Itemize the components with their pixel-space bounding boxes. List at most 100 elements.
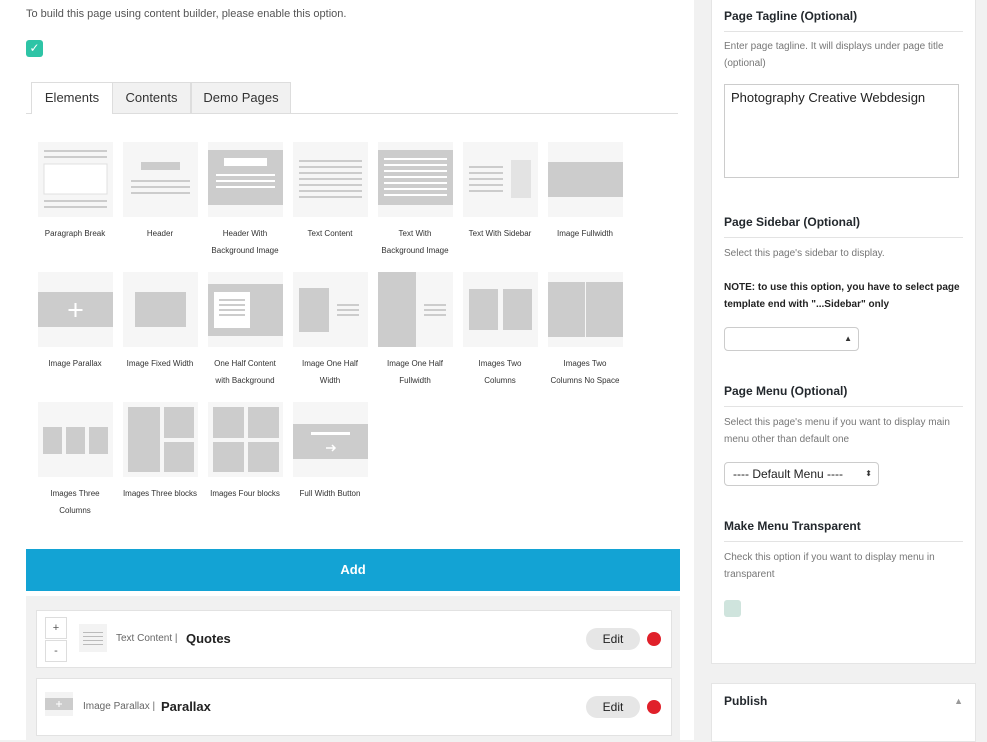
element-text-with-sidebar[interactable]: Text With Sidebar <box>457 142 543 242</box>
transparent-heading: Make Menu Transparent <box>724 519 861 533</box>
element-one-half-content-with-background[interactable]: One Half Content with Background <box>202 272 288 389</box>
tab-demo-pages[interactable]: Demo Pages <box>191 82 291 113</box>
element-text-content[interactable]: Text Content <box>287 142 373 242</box>
images-two-columns-icon <box>462 272 538 347</box>
element-label: Header <box>146 229 174 238</box>
image-fixed-width-icon <box>122 272 198 347</box>
element-label: Text Content <box>307 229 353 238</box>
transparent-menu-checkbox[interactable] <box>724 600 741 617</box>
item-title: Parallax <box>161 699 211 714</box>
transparent-description: Check this option if you want to display… <box>724 552 935 580</box>
element-label: Image Fixed Width <box>126 359 194 368</box>
images-three-blocks-icon <box>122 402 198 477</box>
text-background-icon <box>377 142 453 217</box>
item-type: Image Parallax | <box>83 701 156 712</box>
divider <box>724 237 963 238</box>
element-label: Images Two Columns <box>478 359 522 385</box>
expand-button[interactable]: + <box>45 617 67 639</box>
builder-tabs: Elements Contents Demo Pages <box>26 82 678 114</box>
element-images-three-columns[interactable]: Images Three Columns <box>32 402 118 519</box>
tab-contents[interactable]: Contents <box>112 82 191 113</box>
element-images-two-columns[interactable]: Images Two Columns <box>457 272 543 389</box>
sidebar-note: NOTE: to use this option, you have to se… <box>724 282 960 310</box>
collapse-button[interactable]: - <box>45 640 67 662</box>
element-text-with-background-image[interactable]: Text With Background Image <box>372 142 458 259</box>
element-label: Full Width Button <box>299 489 361 498</box>
divider <box>724 541 963 542</box>
image-one-half-fullwidth-icon <box>377 272 453 347</box>
text-content-icon <box>292 142 368 217</box>
element-label: Images Three blocks <box>122 489 198 498</box>
element-label: Image One Half Fullwidth <box>386 359 444 385</box>
image-one-half-width-icon <box>292 272 368 347</box>
images-three-columns-icon <box>37 402 113 477</box>
element-paragraph-break[interactable]: Paragraph Break <box>32 142 118 242</box>
sidebar-heading: Page Sidebar (Optional) <box>724 215 861 229</box>
builder-panel: To build this page using content builder… <box>0 0 694 740</box>
item-title: Quotes <box>186 631 231 646</box>
menu-heading: Page Menu (Optional) <box>724 384 848 398</box>
one-half-content-icon <box>207 272 283 347</box>
menu-select[interactable]: ---- Default Menu ---- ⬍ <box>724 462 879 486</box>
images-two-columns-no-space-icon <box>547 272 623 347</box>
paragraph-break-icon <box>37 142 113 217</box>
element-label: Paragraph Break <box>44 229 106 238</box>
divider <box>724 406 963 407</box>
element-label: Text With Sidebar <box>468 229 532 238</box>
tab-elements[interactable]: Elements <box>31 82 113 114</box>
tagline-description: Enter page tagline. It will displays und… <box>724 41 944 69</box>
collapse-arrow-icon[interactable]: ▲ <box>954 696 963 706</box>
add-button[interactable]: Add <box>26 549 680 591</box>
check-icon: ✓ <box>29 41 40 55</box>
sidebar-description: Select this page's sidebar to display. <box>724 248 885 259</box>
builder-items-list: + - Text Content | Quotes Edit Image Par… <box>26 596 680 740</box>
select-arrows-icon: ▲ <box>844 334 852 343</box>
list-item[interactable]: Image Parallax | Parallax Edit <box>36 678 672 736</box>
element-images-two-columns-no-space[interactable]: Images Two Columns No Space <box>542 272 628 389</box>
element-header-with-background-image[interactable]: Header With Background Image <box>202 142 288 259</box>
edit-button[interactable]: Edit <box>586 628 640 650</box>
header-background-icon <box>207 142 283 217</box>
builder-notice: To build this page using content builder… <box>26 8 347 20</box>
element-label: Text With Background Image <box>381 229 449 255</box>
select-arrows-icon: ⬍ <box>865 469 872 478</box>
element-label: Images Two Columns No Space <box>550 359 620 385</box>
element-label: Image Parallax <box>48 359 102 368</box>
element-image-one-half-width[interactable]: Image One Half Width <box>287 272 373 389</box>
remove-icon[interactable] <box>647 632 661 646</box>
element-image-parallax[interactable]: Image Parallax <box>32 272 118 372</box>
remove-icon[interactable] <box>647 700 661 714</box>
page-options-sidebar: Page Tagline (Optional) Enter page tagli… <box>711 0 976 664</box>
image-fullwidth-icon <box>547 142 623 217</box>
text-content-icon <box>79 624 107 652</box>
element-image-fixed-width[interactable]: Image Fixed Width <box>117 272 203 372</box>
element-label: Header With Background Image <box>211 229 279 255</box>
image-parallax-icon <box>45 692 73 716</box>
item-type: Text Content | <box>116 633 178 644</box>
element-full-width-button[interactable]: Full Width Button <box>287 402 373 502</box>
element-image-fullwidth[interactable]: Image Fullwidth <box>542 142 628 242</box>
element-images-four-blocks[interactable]: Images Four blocks <box>202 402 288 502</box>
image-parallax-icon <box>37 272 113 347</box>
list-item[interactable]: + - Text Content | Quotes Edit <box>36 610 672 668</box>
full-width-button-icon <box>292 402 368 477</box>
element-label: Image One Half Width <box>301 359 359 385</box>
menu-description: Select this page's menu if you want to d… <box>724 417 950 445</box>
publish-title: Publish <box>724 694 768 708</box>
sidebar-select[interactable]: ▲ <box>724 327 859 351</box>
divider <box>724 31 963 32</box>
element-images-three-blocks[interactable]: Images Three blocks <box>117 402 203 502</box>
element-label: One Half Content with Background <box>214 359 276 385</box>
element-image-one-half-fullwidth[interactable]: Image One Half Fullwidth <box>372 272 458 389</box>
edit-button[interactable]: Edit <box>586 696 640 718</box>
element-header[interactable]: Header <box>117 142 203 242</box>
element-label: Image Fullwidth <box>556 229 614 238</box>
element-label: Images Three Columns <box>50 489 100 515</box>
text-sidebar-icon <box>462 142 538 217</box>
images-four-blocks-icon <box>207 402 283 477</box>
element-label: Images Four blocks <box>210 489 280 498</box>
enable-builder-checkbox[interactable]: ✓ <box>26 40 43 57</box>
header-icon <box>122 142 198 217</box>
tagline-heading: Page Tagline (Optional) <box>724 9 858 23</box>
tagline-textarea[interactable]: Photography Creative Webdesign <box>724 84 959 178</box>
